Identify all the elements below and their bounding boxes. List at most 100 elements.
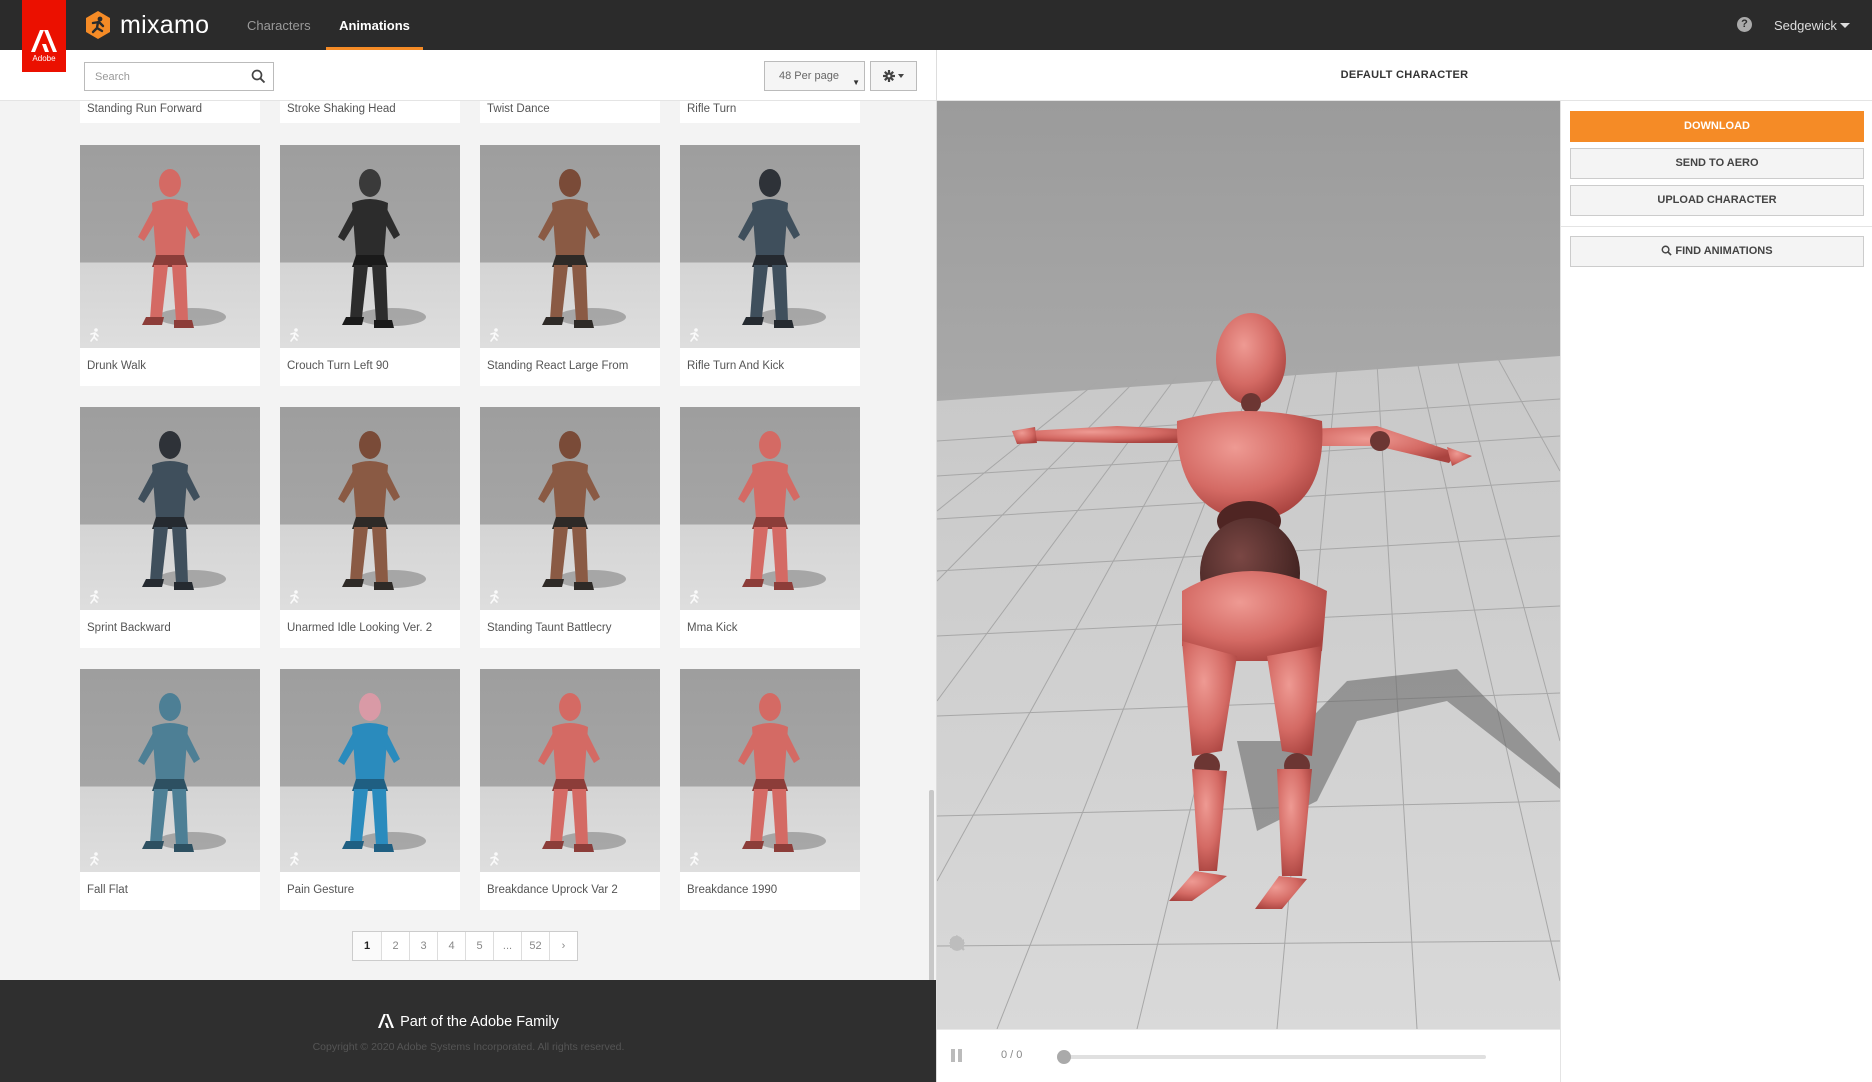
- nav-animations[interactable]: Animations: [326, 0, 423, 50]
- page-footer: Part of the Adobe Family Copyright © 202…: [0, 980, 936, 1082]
- animation-thumbnail[interactable]: [680, 407, 860, 610]
- select-arrow-icon: ▼: [852, 78, 860, 87]
- character-thumbnail-figure: [338, 169, 426, 328]
- page-button[interactable]: 2: [381, 932, 409, 960]
- animation-card[interactable]: Mma Kick: [680, 407, 860, 648]
- page-button[interactable]: 4: [437, 932, 465, 960]
- animation-thumbnail[interactable]: [280, 669, 460, 872]
- animation-card[interactable]: Sprint Backward: [80, 407, 260, 648]
- running-figure-icon: [690, 852, 699, 866]
- footer-brand[interactable]: Part of the Adobe Family: [0, 1014, 936, 1030]
- find-animations-button[interactable]: FIND ANIMATIONS: [1570, 236, 1864, 267]
- top-bar: Adobe mixamo Characters Animations ? Sed…: [0, 0, 1872, 72]
- animation-thumbnail[interactable]: [80, 669, 260, 872]
- page-button[interactable]: 5: [465, 932, 493, 960]
- panel-divider: [1561, 226, 1872, 227]
- animation-card-title: Standing React Large From: [487, 360, 629, 372]
- per-page-select[interactable]: 48 Per page ▼: [764, 61, 865, 91]
- animation-card[interactable]: Fall Flat: [80, 669, 260, 910]
- animation-card-title: Unarmed Idle Looking Ver. 2: [287, 622, 433, 634]
- animation-thumbnail[interactable]: [480, 669, 660, 872]
- pause-icon[interactable]: [951, 1049, 963, 1062]
- character-thumbnail-figure: [538, 431, 626, 590]
- animation-card-title: Twist Dance: [487, 103, 550, 115]
- animation-thumbnail[interactable]: [80, 145, 260, 348]
- animation-card-title: Rifle Turn And Kick: [687, 360, 785, 372]
- animation-card-title: Standing Run Forward: [87, 103, 203, 115]
- animation-thumbnail[interactable]: [280, 407, 460, 610]
- viewer-stage[interactable]: [937, 101, 1560, 1029]
- page-button[interactable]: 1: [353, 932, 381, 960]
- search-input[interactable]: [85, 63, 245, 90]
- animation-card[interactable]: Standing React Large From: [480, 145, 660, 386]
- search-icon[interactable]: [251, 69, 266, 84]
- animation-card[interactable]: Rifle Turn: [680, 101, 860, 123]
- animation-grid: Standing Run Forward Stroke Shaking Head T…: [0, 101, 930, 1031]
- next-page-button[interactable]: ›: [549, 932, 577, 960]
- character-thumbnail-figure: [338, 693, 426, 852]
- adobe-icon: [31, 30, 57, 52]
- download-button[interactable]: DOWNLOAD: [1570, 111, 1864, 142]
- footer-copyright: Copyright © 2020 Adobe Systems Incorpora…: [312, 1041, 625, 1053]
- animation-card[interactable]: Stroke Shaking Head: [280, 101, 460, 123]
- running-figure-icon: [690, 590, 699, 604]
- animation-card[interactable]: Standing Run Forward: [80, 101, 260, 123]
- timeline-scrubber[interactable]: [1057, 1050, 1071, 1064]
- animation-card[interactable]: Pain Gesture: [280, 669, 460, 910]
- page-button[interactable]: 3: [409, 932, 437, 960]
- search-icon: [1661, 245, 1673, 256]
- animation-thumbnail[interactable]: [480, 407, 660, 610]
- camera-icon[interactable]: [949, 935, 965, 951]
- animation-thumbnail[interactable]: [280, 145, 460, 348]
- animation-card[interactable]: Standing Taunt Battlecry: [480, 407, 660, 648]
- animation-card-title: Pain Gesture: [287, 884, 355, 896]
- mixamo-logo-icon: [86, 11, 110, 39]
- character-thumbnail-figure: [138, 169, 226, 328]
- mixamo-brand[interactable]: mixamo: [83, 9, 209, 41]
- animations-panel: 48 Per page ▼ Standing Run Forward Stroke…: [0, 50, 937, 1082]
- adobe-label: Adobe: [32, 54, 56, 63]
- frame-counter: 0 / 0: [1001, 1049, 1023, 1061]
- adobe-icon: [378, 1014, 395, 1028]
- character-thumbnail-figure: [138, 693, 226, 852]
- send-to-aero-button[interactable]: SEND TO AERO: [1570, 148, 1864, 179]
- upload-character-button[interactable]: UPLOAD CHARACTER: [1570, 185, 1864, 216]
- animation-thumbnail[interactable]: [80, 407, 260, 610]
- running-figure-icon: [490, 328, 499, 342]
- page-button[interactable]: 52: [521, 932, 549, 960]
- animations-toolbar: 48 Per page ▼: [0, 50, 936, 101]
- animation-card-title: Crouch Turn Left 90: [287, 360, 389, 372]
- timeline-track[interactable]: [1060, 1055, 1486, 1059]
- animation-card[interactable]: Breakdance 1990: [680, 669, 860, 910]
- running-figure-icon: [90, 852, 99, 866]
- search-field[interactable]: [84, 62, 274, 91]
- user-menu[interactable]: Sedgewick: [1774, 18, 1850, 33]
- animation-card-title: Fall Flat: [87, 884, 128, 896]
- character-viewer: DEFAULT CHARACTER 0 / 0: [937, 50, 1872, 1082]
- animation-card-title: Breakdance Uprock Var 2: [487, 884, 618, 896]
- actions-panel: DOWNLOAD SEND TO AERO UPLOAD CHARACTER F…: [1560, 101, 1872, 1082]
- character-thumbnail-figure: [138, 431, 226, 590]
- animation-card[interactable]: Drunk Walk: [80, 145, 260, 386]
- running-figure-icon: [490, 852, 499, 866]
- animation-card[interactable]: Unarmed Idle Looking Ver. 2: [280, 407, 460, 648]
- settings-button[interactable]: [870, 61, 917, 91]
- character-thumbnail-figure: [738, 431, 826, 590]
- animation-card[interactable]: Twist Dance: [480, 101, 660, 123]
- playback-bar: 0 / 0: [937, 1029, 1560, 1082]
- animation-card[interactable]: Rifle Turn And Kick: [680, 145, 860, 386]
- animation-card[interactable]: Breakdance Uprock Var 2: [480, 669, 660, 910]
- running-figure-icon: [290, 852, 299, 866]
- animation-thumbnail[interactable]: [480, 145, 660, 348]
- running-figure-icon: [490, 590, 499, 604]
- nav-characters[interactable]: Characters: [247, 0, 311, 50]
- help-icon[interactable]: ?: [1737, 17, 1752, 32]
- animation-card-title: Mma Kick: [687, 622, 738, 634]
- animation-card[interactable]: Crouch Turn Left 90: [280, 145, 460, 386]
- animation-thumbnail[interactable]: [680, 669, 860, 872]
- character-thumbnail-figure: [738, 693, 826, 852]
- page-button[interactable]: ...: [493, 932, 521, 960]
- running-figure-icon: [690, 328, 699, 342]
- animation-thumbnail[interactable]: [680, 145, 860, 348]
- adobe-logo[interactable]: Adobe: [22, 0, 66, 72]
